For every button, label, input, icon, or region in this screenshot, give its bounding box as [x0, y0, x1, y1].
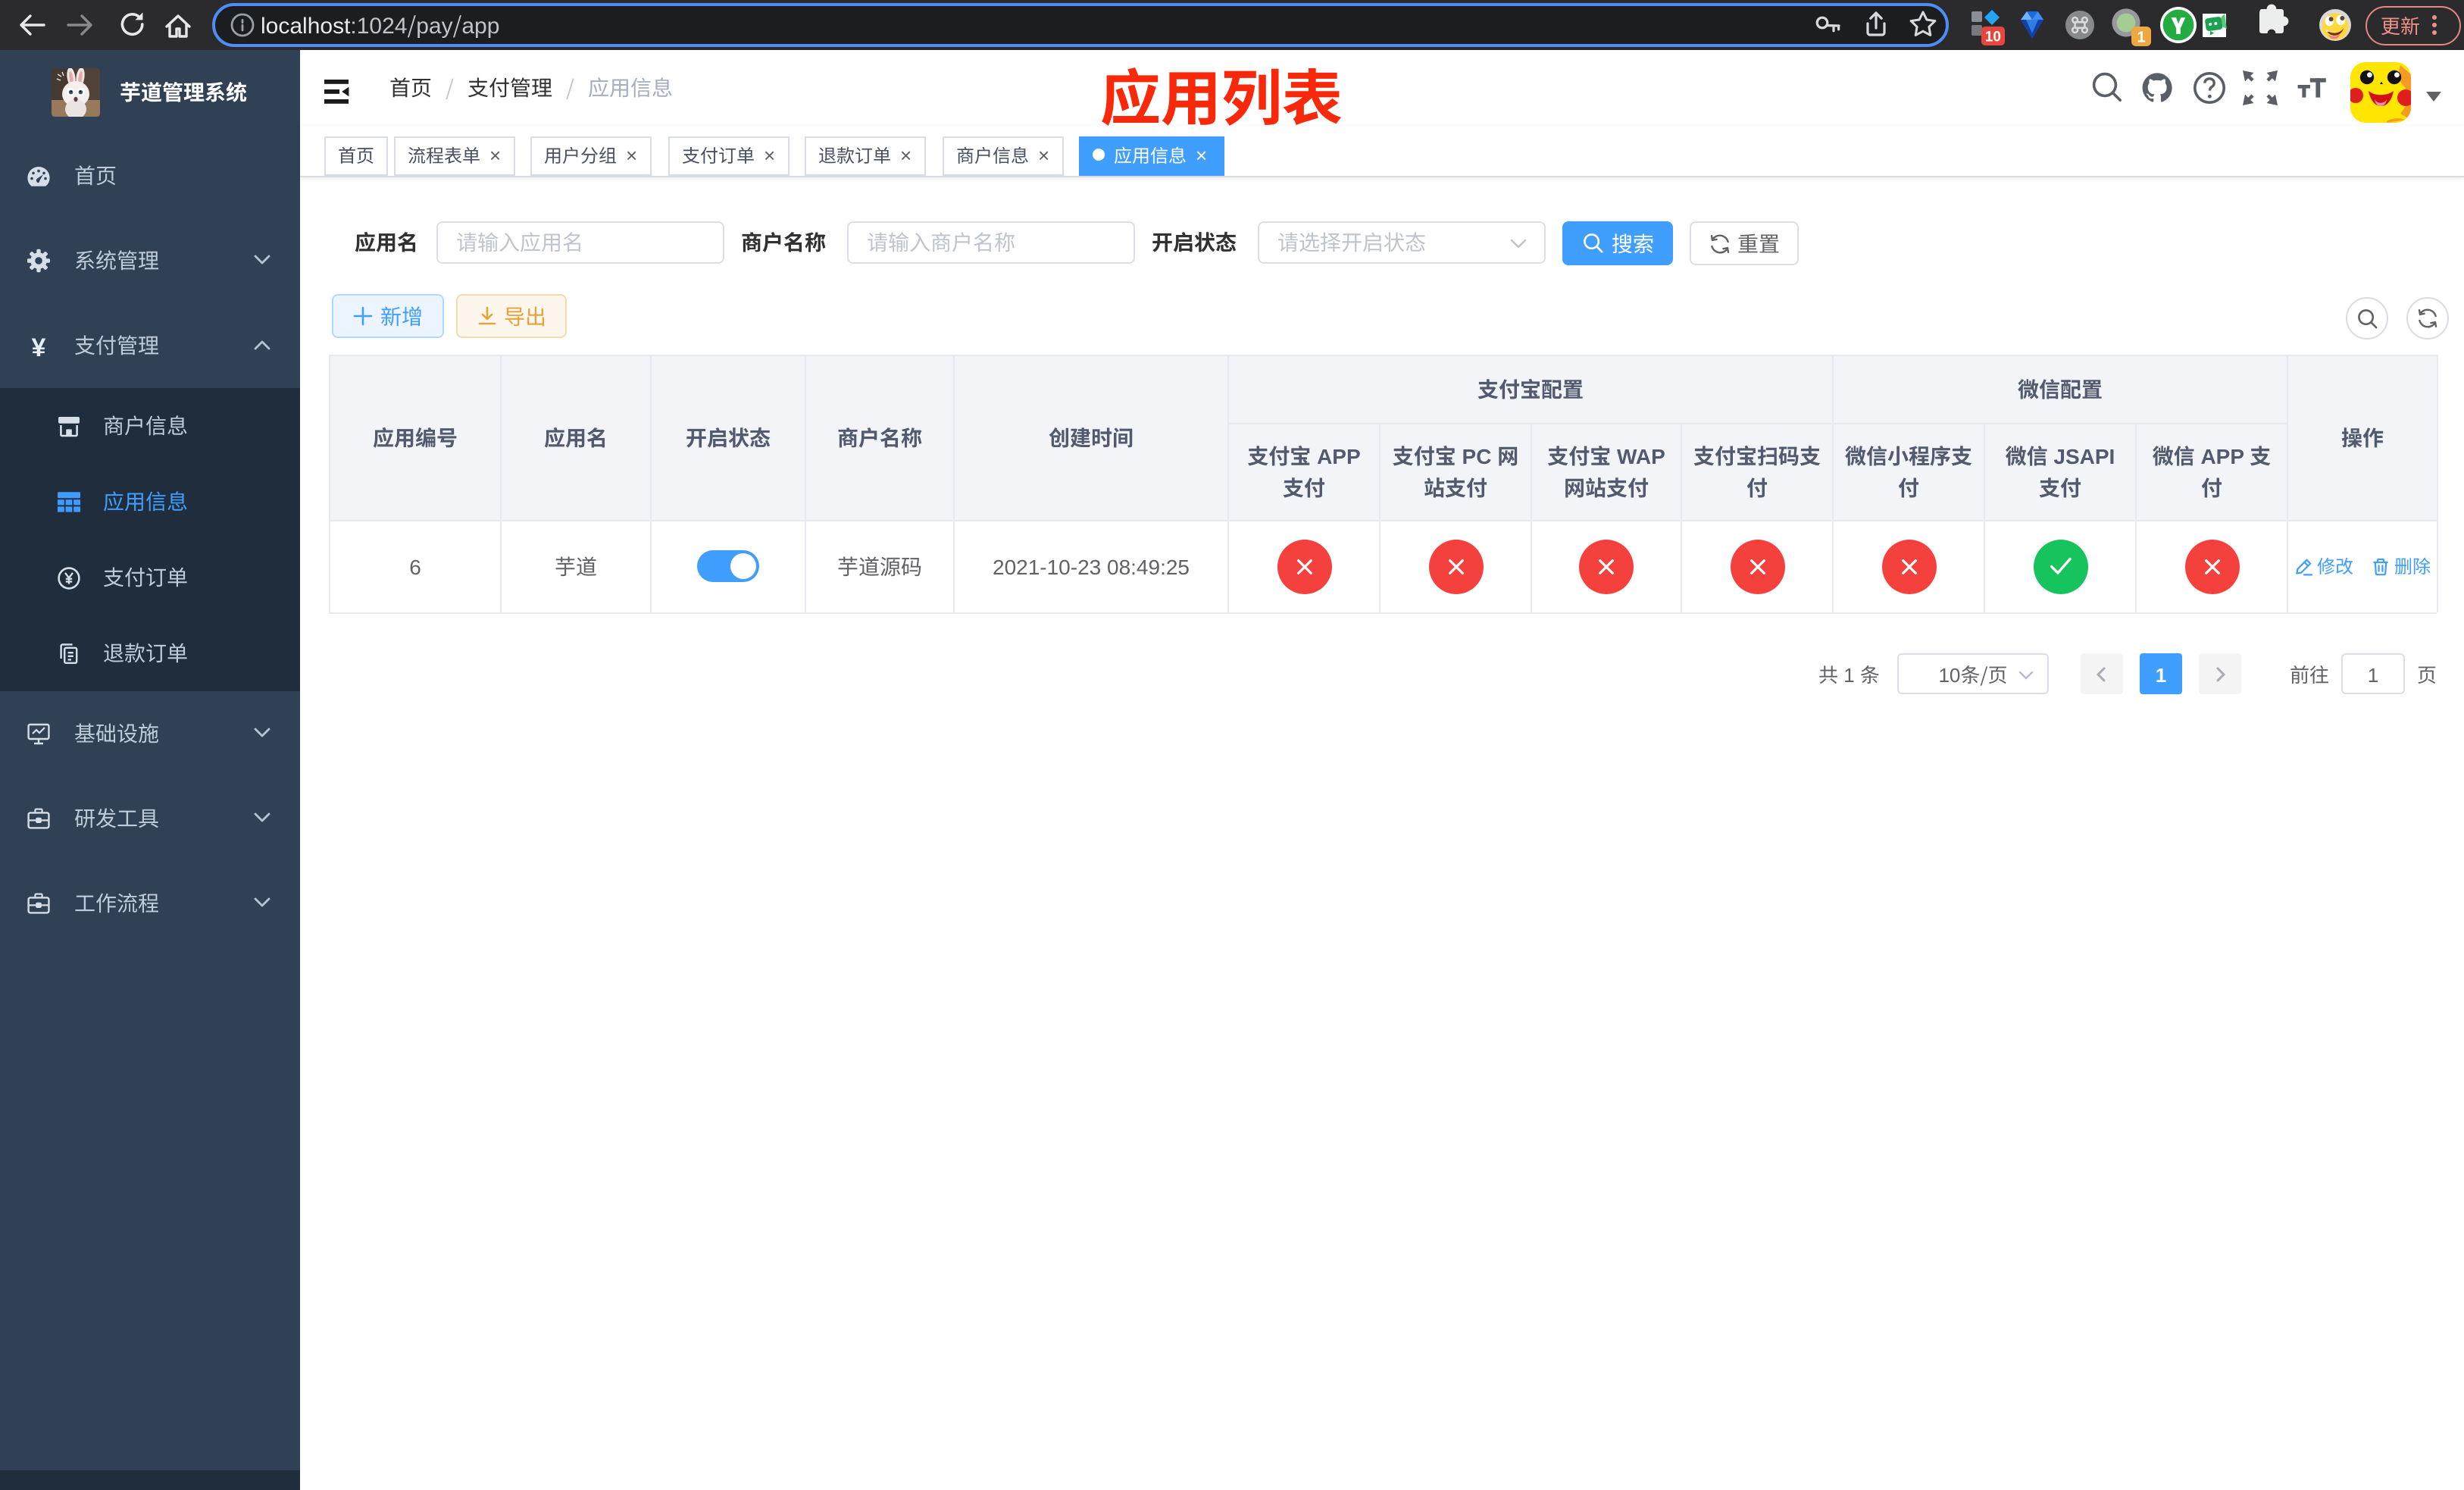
svg-text:10: 10 [1985, 26, 2001, 46]
svg-text:1: 1 [2137, 24, 2145, 46]
svg-text:¥: ¥ [32, 327, 46, 364]
